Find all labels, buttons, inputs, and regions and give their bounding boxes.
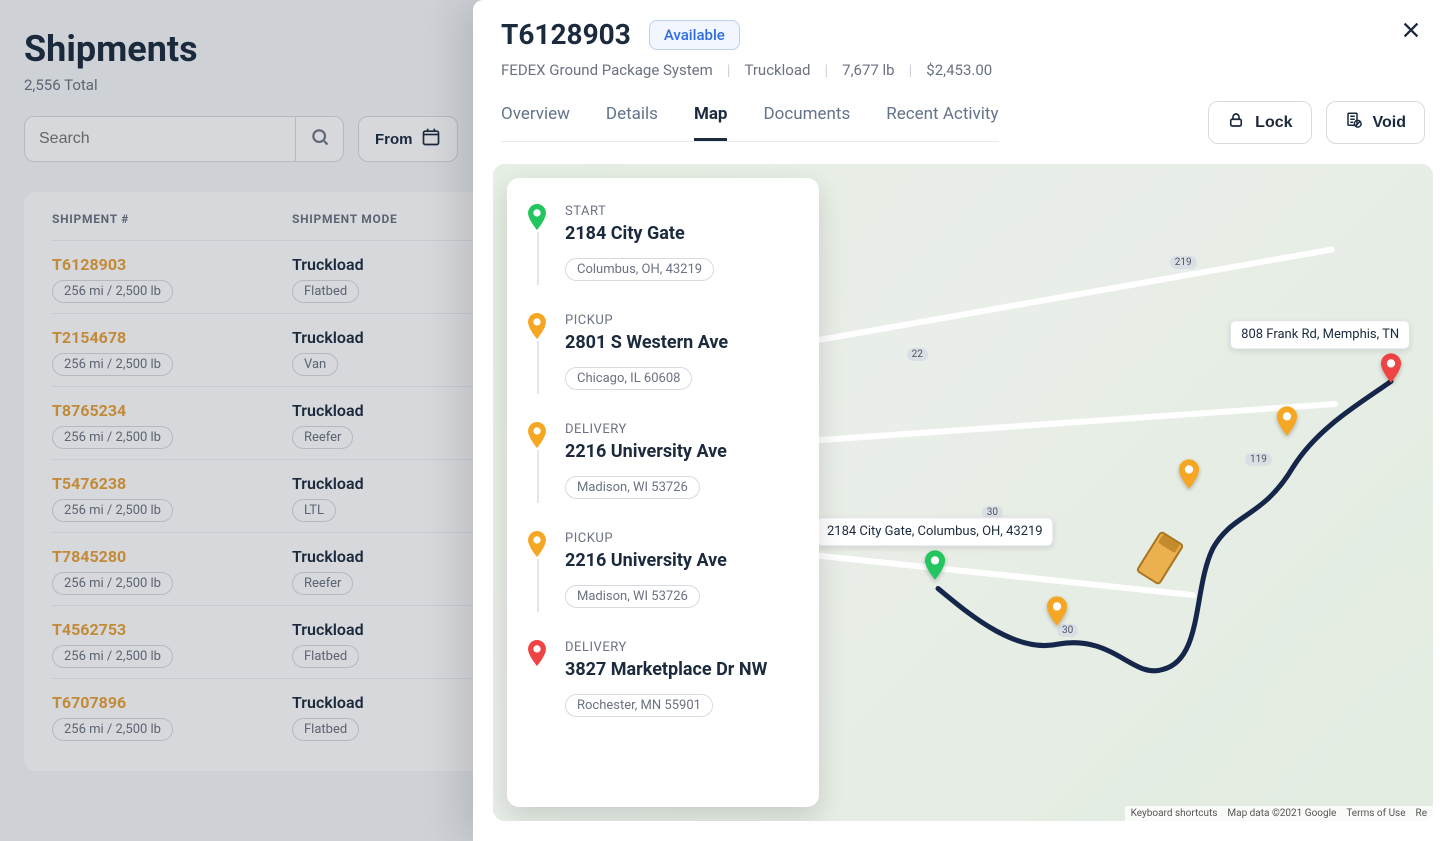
stop-item: PICKUP 2801 S Western Ave Chicago, IL 6060… xyxy=(527,313,797,422)
panel-title: T6128903 xyxy=(501,18,631,51)
stop-type: PICKUP xyxy=(565,531,727,546)
stop-address-line1: 2216 University Ave xyxy=(565,441,727,462)
map-tooltip-start: 2184 City Gate, Columbus, OH, 43219 xyxy=(816,517,1054,546)
map-pin-start[interactable] xyxy=(924,550,946,584)
close-button[interactable] xyxy=(1397,18,1425,46)
stop-address-line2: Columbus, OH, 43219 xyxy=(565,258,714,281)
lock-button[interactable]: Lock xyxy=(1208,101,1311,144)
meta-cost: $2,453.00 xyxy=(926,61,992,79)
tab-row: Overview Details Map Documents Recent Activi… xyxy=(501,101,1425,144)
map-pin-waypoint[interactable] xyxy=(1276,406,1298,440)
map-terms[interactable]: Terms of Use xyxy=(1346,808,1405,819)
stop-address-line2: Rochester, MN 55901 xyxy=(565,694,713,717)
map-footer: Keyboard shortcuts Map data ©2021 Google… xyxy=(1125,806,1433,821)
close-icon xyxy=(1400,19,1422,45)
stop-type: START xyxy=(565,204,714,219)
separator-icon: | xyxy=(909,61,913,79)
stop-type: DELIVERY xyxy=(565,640,767,655)
tab-map[interactable]: Map xyxy=(694,104,728,141)
separator-icon: | xyxy=(727,61,731,79)
panel-header: T6128903 Available FEDEX Ground Package … xyxy=(473,0,1453,144)
map-pin-end[interactable] xyxy=(1380,353,1402,387)
meta-carrier: FEDEX Ground Package System xyxy=(501,61,713,79)
tabs: Overview Details Map Documents Recent Activi… xyxy=(501,104,999,142)
meta-weight: 7,677 lb xyxy=(842,61,894,79)
void-icon xyxy=(1345,111,1363,134)
stop-item: START 2184 City Gate Columbus, OH, 43219 xyxy=(527,204,797,313)
void-label: Void xyxy=(1373,114,1406,132)
stop-address-line1: 2801 S Western Ave xyxy=(565,332,728,353)
action-buttons: Lock Void xyxy=(1208,101,1425,144)
stop-type: PICKUP xyxy=(565,313,728,328)
tab-overview[interactable]: Overview xyxy=(501,104,570,141)
meta-mode: Truckload xyxy=(744,61,810,79)
shipment-detail-panel: T6128903 Available FEDEX Ground Package … xyxy=(473,0,1453,841)
separator-icon: | xyxy=(824,61,828,79)
map-keyboard-shortcuts[interactable]: Keyboard shortcuts xyxy=(1131,808,1218,819)
lock-icon xyxy=(1227,111,1245,134)
stop-item: DELIVERY 2216 University Ave Madison, WI 5… xyxy=(527,422,797,531)
map-pin-waypoint[interactable] xyxy=(1178,459,1200,493)
stop-address-line2: Madison, WI 53726 xyxy=(565,585,700,608)
stop-item: DELIVERY 3827 Marketplace Dr NW Rochester,… xyxy=(527,640,797,717)
tab-documents[interactable]: Documents xyxy=(763,104,850,141)
stops-card: START 2184 City Gate Columbus, OH, 43219 PI… xyxy=(507,178,819,807)
map-report[interactable]: Re xyxy=(1416,808,1427,819)
map-tooltip-end: 808 Frank Rd, Memphis, TN xyxy=(1230,320,1410,349)
stop-pin-icon xyxy=(527,651,547,670)
stop-address-line2: Madison, WI 53726 xyxy=(565,476,700,499)
status-badge: Available xyxy=(649,20,740,50)
tab-details[interactable]: Details xyxy=(606,104,658,141)
stop-address-line2: Chicago, IL 60608 xyxy=(565,367,692,390)
stop-item: PICKUP 2216 University Ave Madison, WI 537… xyxy=(527,531,797,640)
stop-address-line1: 3827 Marketplace Dr NW xyxy=(565,659,767,680)
stop-address-line1: 2184 City Gate xyxy=(565,223,714,244)
map-pin-waypoint[interactable] xyxy=(1046,596,1068,630)
meta-row: FEDEX Ground Package System | Truckload … xyxy=(501,61,1425,79)
stop-type: DELIVERY xyxy=(565,422,727,437)
stop-address-line1: 2216 University Ave xyxy=(565,550,727,571)
lock-label: Lock xyxy=(1255,114,1292,132)
tab-recent-activity[interactable]: Recent Activity xyxy=(886,104,998,141)
void-button[interactable]: Void xyxy=(1326,101,1425,144)
map-attribution: Map data ©2021 Google xyxy=(1227,808,1336,819)
map-area[interactable]: 22 30 219 30 119 2184 City Gate, Columbu… xyxy=(493,164,1433,821)
